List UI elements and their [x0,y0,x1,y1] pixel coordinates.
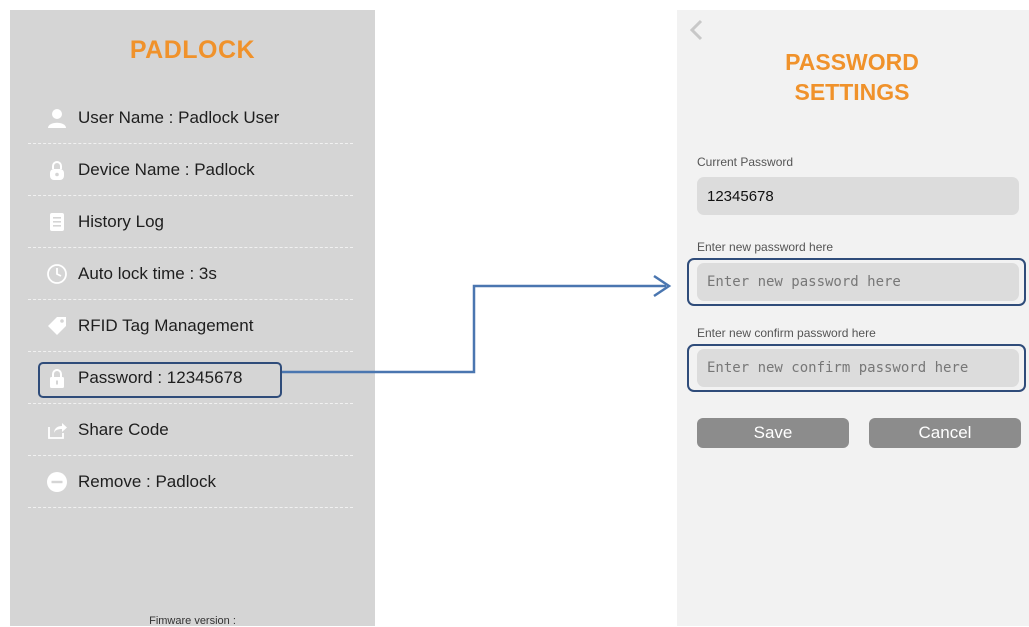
current-password-label: Current Password [697,155,794,169]
panel-title: PADLOCK [129,36,256,64]
current-password-value: 12345678 [707,187,774,205]
menu-item-label: Password : 12345678 [78,367,243,387]
new-password-input[interactable] [707,263,1019,301]
back-chevron-icon[interactable] [687,18,705,42]
new-password-field-container [697,263,1019,301]
cancel-button[interactable]: Cancel [869,418,1021,448]
new-password-label: Enter new password here [697,240,834,254]
menu-item-password[interactable]: Password : 12345678 [28,352,353,404]
save-button[interactable]: Save [697,418,849,448]
menu-item-label: Auto lock time : 3s [78,263,217,283]
menu-item-remove[interactable]: Remove : Padlock [28,456,353,508]
confirm-password-input[interactable] [707,349,1019,387]
clock-icon [46,263,68,285]
confirm-password-field-container [697,349,1019,387]
menu-item-label: User Name : Padlock User [78,107,280,127]
tag-icon [46,315,68,337]
lock-icon [46,159,68,181]
menu-item-device-name[interactable]: Device Name : Padlock [28,144,353,196]
padlock-icon [46,367,68,389]
menu-item-share-code[interactable]: Share Code [28,404,353,456]
list-icon [46,211,68,233]
menu-item-label: Share Code [78,419,169,439]
padlock-settings-panel: PADLOCK User Name : Padlock User Device … [10,10,375,627]
menu-item-history-log[interactable]: History Log [28,196,353,248]
page-title-line2: SETTINGS [794,79,910,105]
menu-item-rfid-tag-management[interactable]: RFID Tag Management [28,300,353,352]
confirm-password-label: Enter new confirm password here [697,326,876,340]
firmware-version-label: Fimware version : [149,615,236,627]
page-title-line1: PASSWORD [785,49,919,75]
menu-item-label: RFID Tag Management [78,315,254,335]
user-icon [46,107,68,129]
password-settings-screen: PASSWORD SETTINGS Current Password 12345… [677,10,1029,626]
menu-item-label: Device Name : Padlock [78,159,255,179]
menu-item-label: Remove : Padlock [78,471,216,491]
current-password-field: 12345678 [697,177,1019,215]
minus-circle-icon [46,471,68,493]
share-icon [46,419,68,441]
page-title: PASSWORD SETTINGS [737,47,967,107]
menu-item-label: History Log [78,211,164,231]
menu-item-user-name[interactable]: User Name : Padlock User [28,92,353,144]
menu-item-auto-lock-time[interactable]: Auto lock time : 3s [28,248,353,300]
